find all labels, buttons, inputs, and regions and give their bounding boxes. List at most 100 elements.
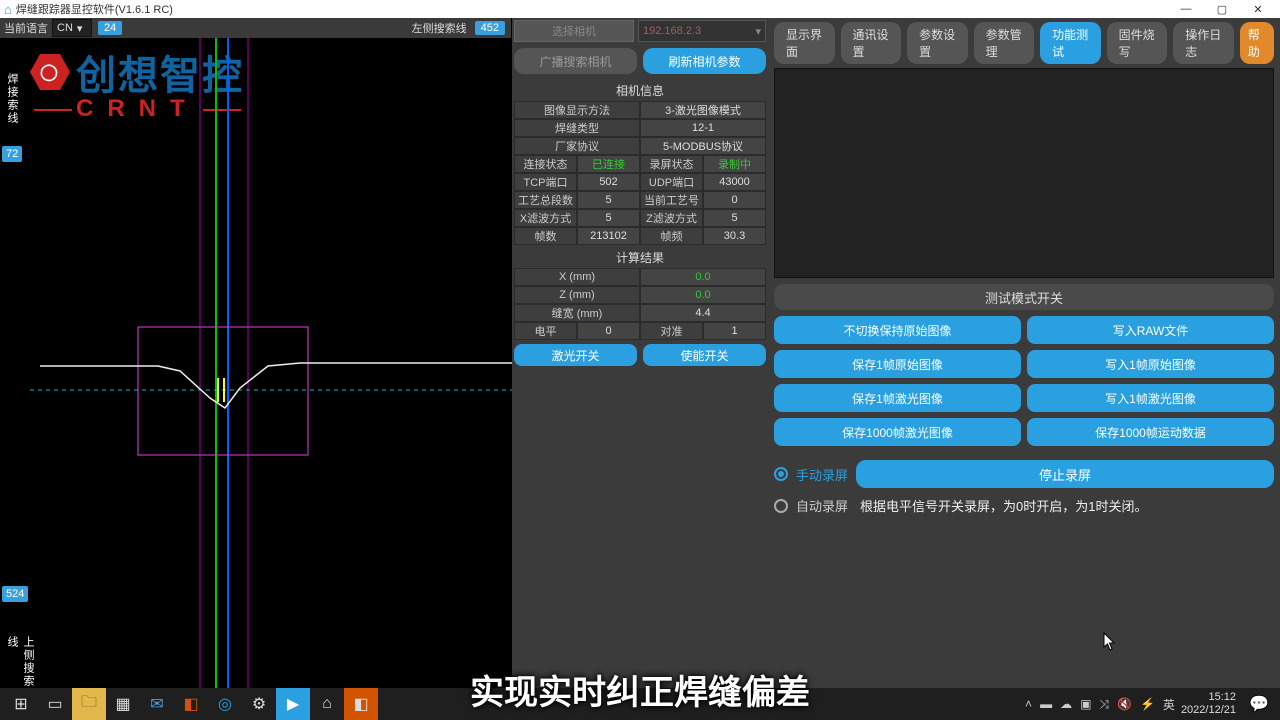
info-value: 5 [703,209,766,227]
laser-switch-button[interactable]: 激光开关 [514,344,637,366]
viewer-topstrip: 当前语言 CN▾ 24 左侧搜索线 452 [0,18,511,38]
edge-icon[interactable]: ◎ [208,688,242,720]
info-label: 图像显示方法 [514,101,640,119]
result-value: 0.0 [640,268,766,286]
action-button-3[interactable]: 写入1帧原始图像 [1027,350,1274,378]
action-button-grid: 不切换保持原始图像写入RAW文件保存1帧原始图像写入1帧原始图像保存1帧激光图像… [774,316,1274,446]
action-button-2[interactable]: 保存1帧原始图像 [774,350,1021,378]
info-value: 30.3 [703,227,766,245]
window-title: 焊缝跟踪器显控软件(V1.6.1 RC) [16,1,173,17]
maximize-button[interactable]: ▢ [1204,3,1240,16]
info-value: 0 [703,191,766,209]
wifi-icon[interactable]: ⤨ [1099,697,1109,712]
info-value: 5 [577,209,640,227]
result-value: 4.4 [640,304,766,322]
info-label: 录屏状态 [640,155,703,173]
battery-icon[interactable]: ▬ [1040,697,1052,711]
taskbar-clock[interactable]: 15:12 2022/12/21 [1175,691,1242,717]
auto-rec-radio[interactable] [774,499,788,513]
action-button-1[interactable]: 写入RAW文件 [1027,316,1274,344]
camera-info-header: 相机信息 [514,78,766,101]
info-value: 502 [577,173,640,191]
action-button-7[interactable]: 保存1000帧运动数据 [1027,418,1274,446]
camera-info-grid-2col: 图像显示方法3-激光图像模式焊缝类型12-1厂家协议5-MODBUS协议 [514,101,766,155]
tab-5[interactable]: 固件烧写 [1107,22,1168,64]
info-value: 43000 [703,173,766,191]
office-icon[interactable]: ◧ [174,688,208,720]
auto-rec-hint: 根据电平信号开关录屏，为0时开启，为1时关闭。 [860,496,1147,515]
info-label: 帧频 [640,227,703,245]
subtitle-overlay: 实现实时纠正焊缝偏差 [240,665,1040,714]
manual-rec-label: 手动录屏 [796,465,848,484]
close-button[interactable]: ✕ [1240,3,1276,16]
info-label: 焊缝类型 [514,119,640,137]
info-value: 已连接 [577,155,640,173]
info-label: 厂家协议 [514,137,640,155]
info-value: 3-激光图像模式 [640,101,766,119]
test-mode-switch[interactable]: 测试模式开关 [774,284,1274,310]
info-label: 当前工艺号 [640,191,703,209]
manual-rec-radio[interactable] [774,467,788,481]
tab-1[interactable]: 通讯设置 [841,22,902,64]
enable-switch-button[interactable]: 使能开关 [643,344,766,366]
tab-bar: 显示界面通讯设置参数设置参数管理功能测试固件烧写操作日志帮助 [774,22,1274,64]
tab-2[interactable]: 参数设置 [907,22,968,64]
minimize-button[interactable]: — [1168,3,1204,15]
result-label: X (mm) [514,268,640,286]
result-label: 缝宽 (mm) [514,304,640,322]
ime-indicator[interactable]: 英 [1163,696,1175,713]
tab-0[interactable]: 显示界面 [774,22,835,64]
action-button-4[interactable]: 保存1帧激光图像 [774,384,1021,412]
action-button-0[interactable]: 不切换保持原始图像 [774,316,1021,344]
info-value: 213102 [577,227,640,245]
action-button-5[interactable]: 写入1帧激光图像 [1027,384,1274,412]
home-icon: ⌂ [4,2,12,17]
preview-area [774,68,1274,278]
mail-icon[interactable]: ✉ [140,688,174,720]
result-label: 电平 [514,322,577,340]
help-tab[interactable]: 帮助 [1240,22,1274,64]
top-num-badge: 24 [98,21,122,35]
info-value: 12-1 [640,119,766,137]
ip-select[interactable]: 192.168.2.3 [638,20,766,42]
result-value: 0.0 [640,286,766,304]
calendar-icon[interactable]: ▦ [106,688,140,720]
lang-dropdown[interactable]: CN▾ [52,19,92,37]
tab-4[interactable]: 功能测试 [1040,22,1101,64]
info-column: 选择相机 192.168.2.3 广播搜索相机 刷新相机参数 相机信息 图像显示… [512,18,768,688]
monitor-icon[interactable]: ▣ [1080,697,1091,711]
notifications-icon[interactable]: 💬 [1242,688,1276,720]
info-label: 帧数 [514,227,577,245]
result-header: 计算结果 [514,245,766,268]
taskview-icon[interactable]: ▭ [38,688,72,720]
info-value: 录制中 [703,155,766,173]
broadcast-button[interactable]: 广播搜索相机 [514,48,637,74]
cloud-icon[interactable]: ☁ [1060,697,1072,711]
result-grid-2col: X (mm)0.0Z (mm)0.0缝宽 (mm)4.4 [514,268,766,322]
result-grid-4col: 电平0对准1 [514,322,766,340]
tab-3[interactable]: 参数管理 [974,22,1035,64]
info-value: 5 [577,191,640,209]
info-label: 连接状态 [514,155,577,173]
power-icon[interactable]: ⚡ [1140,697,1155,711]
stop-rec-button[interactable]: 停止录屏 [856,460,1274,488]
info-label: X滤波方式 [514,209,577,227]
explorer-icon[interactable]: 🗀 [72,688,106,720]
action-button-6[interactable]: 保存1000帧激光图像 [774,418,1021,446]
info-label: Z滤波方式 [640,209,703,227]
left-search-badge: 452 [475,21,505,35]
laser-viewer: 当前语言 CN▾ 24 左侧搜索线 452 72 524 焊接索线 上侧搜索线 … [0,18,512,688]
system-tray[interactable]: ˄ ▬ ☁ ▣ ⤨ 🔇 ⚡ 英 [1025,696,1175,713]
camera-select[interactable]: 选择相机 [514,20,634,42]
result-label: 对准 [640,322,703,340]
info-label: 工艺总段数 [514,191,577,209]
tab-6[interactable]: 操作日志 [1173,22,1234,64]
result-label: Z (mm) [514,286,640,304]
volume-icon[interactable]: 🔇 [1117,697,1132,711]
refresh-params-button[interactable]: 刷新相机参数 [643,48,766,74]
info-label: UDP端口 [640,173,703,191]
auto-rec-label: 自动录屏 [796,496,848,515]
right-panel: 显示界面通讯设置参数设置参数管理功能测试固件烧写操作日志帮助 测试模式开关 不切… [768,18,1280,688]
result-value: 1 [703,322,766,340]
start-icon[interactable]: ⊞ [4,688,38,720]
